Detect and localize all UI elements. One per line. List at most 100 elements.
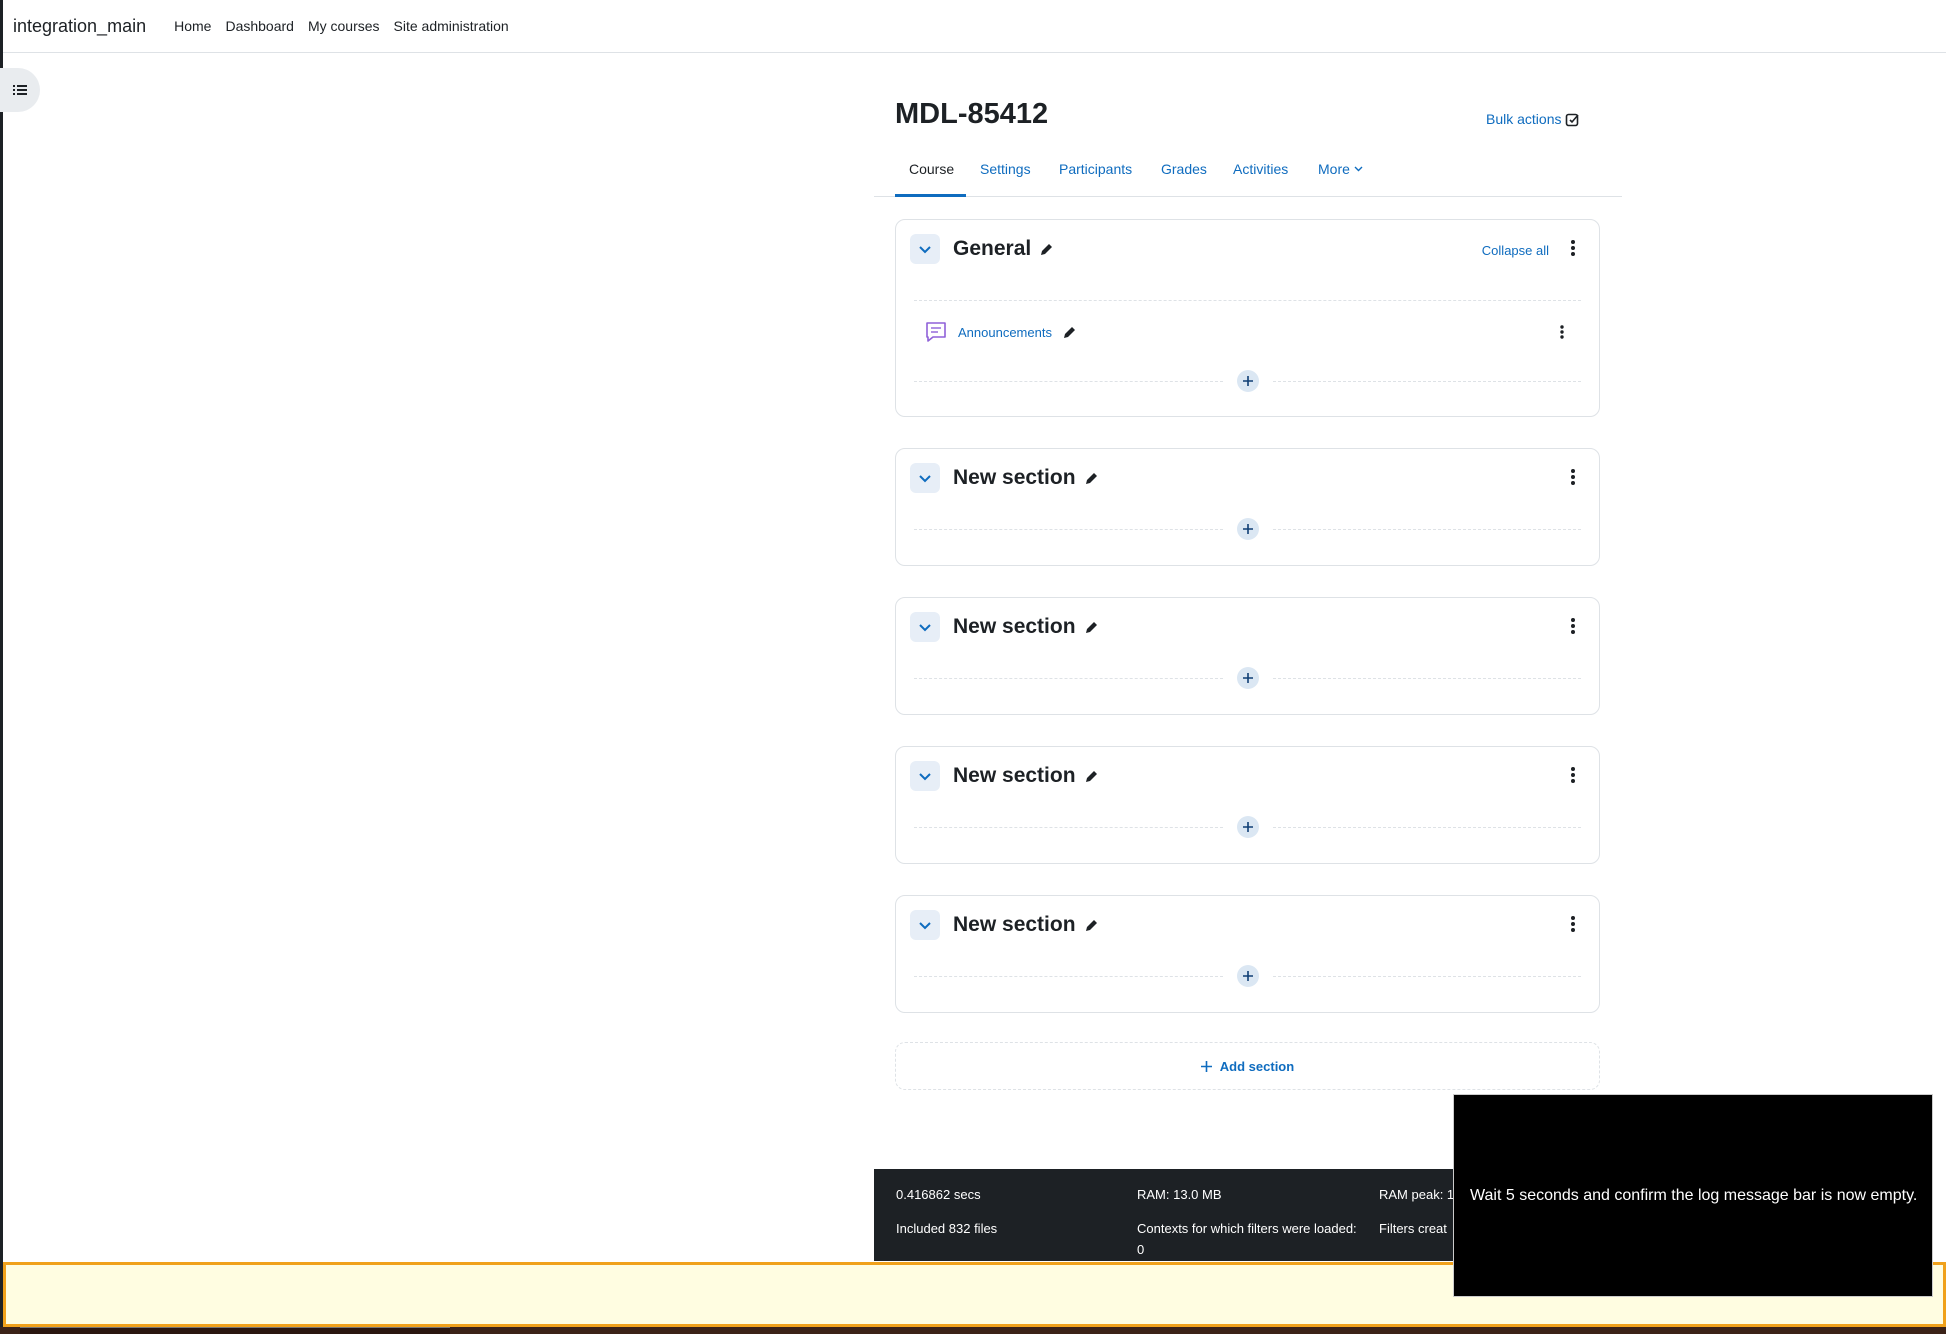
- course-index-toggle[interactable]: [0, 68, 40, 112]
- kebab-menu-icon: [1571, 916, 1575, 932]
- tab-course[interactable]: Course: [909, 161, 954, 177]
- add-activity-button[interactable]: [1236, 370, 1259, 392]
- perf-filter-contexts: Contexts for which filters were loaded: …: [1137, 1221, 1357, 1257]
- nav-site-administration-link[interactable]: Site administration: [394, 18, 509, 34]
- section-name[interactable]: New section: [953, 615, 1076, 639]
- bulk-actions-label: Bulk actions: [1486, 111, 1562, 127]
- tab-participants[interactable]: Participants: [1059, 161, 1132, 177]
- activity-announcements[interactable]: Announcements: [924, 320, 1077, 344]
- chevron-down-icon: [919, 772, 931, 780]
- tab-more-label: More: [1318, 161, 1350, 177]
- instruction-overlay: Wait 5 seconds and confirm the log messa…: [1453, 1094, 1933, 1297]
- dotted-line: [914, 976, 1223, 977]
- tab-settings[interactable]: Settings: [980, 161, 1031, 177]
- dotted-line: [1272, 678, 1581, 679]
- section-collapse-toggle[interactable]: [910, 463, 940, 493]
- perf-filters-created: Filters creat: [1379, 1221, 1447, 1236]
- section-actions-menu[interactable]: [1569, 238, 1577, 258]
- primary-navigation: Home Dashboard My courses Site administr…: [174, 18, 523, 34]
- tab-more[interactable]: More: [1318, 161, 1363, 177]
- collapse-all-link[interactable]: Collapse all: [1482, 243, 1549, 258]
- bulk-actions-button[interactable]: Bulk actions: [1486, 111, 1580, 127]
- section-actions-menu[interactable]: [1569, 914, 1577, 934]
- pencil-icon[interactable]: [1062, 325, 1077, 340]
- section-title: New section: [953, 615, 1099, 639]
- course-section-general: General Collapse all Announcements: [895, 219, 1600, 417]
- add-activity-row: [914, 667, 1581, 689]
- tab-activities[interactable]: Activities: [1233, 161, 1288, 177]
- section-title: New section: [953, 913, 1099, 937]
- perf-included-files: Included 832 files: [896, 1221, 998, 1236]
- chevron-down-icon: [919, 245, 931, 253]
- section-title: New section: [953, 466, 1099, 490]
- dotted-line: [914, 381, 1223, 382]
- pencil-icon[interactable]: [1084, 471, 1099, 486]
- nav-my-courses-link[interactable]: My courses: [308, 18, 380, 34]
- window-edge: [0, 0, 3, 1334]
- section-title: New section: [953, 764, 1099, 788]
- add-activity-button[interactable]: [1236, 816, 1259, 838]
- add-activity-button[interactable]: [1236, 965, 1259, 987]
- dotted-line: [914, 678, 1223, 679]
- site-brand[interactable]: integration_main: [13, 16, 146, 37]
- course-section-1: New section: [895, 448, 1600, 566]
- secondary-navigation: Course Settings Participants Grades Acti…: [874, 152, 1622, 197]
- nav-dashboard-link[interactable]: Dashboard: [225, 18, 294, 34]
- dotted-line: [1272, 381, 1581, 382]
- kebab-menu-icon: [1560, 325, 1564, 339]
- plus-icon: [1200, 1060, 1212, 1072]
- section-name[interactable]: General: [953, 237, 1031, 261]
- activity-actions-menu[interactable]: [1558, 322, 1566, 342]
- kebab-menu-icon: [1571, 618, 1575, 634]
- page-title: MDL-85412: [895, 98, 1049, 130]
- plus-icon: [1242, 673, 1253, 683]
- add-activity-row: [914, 518, 1581, 540]
- desktop-taskbar-strip: [0, 1327, 1946, 1334]
- add-activity-button[interactable]: [1236, 518, 1259, 540]
- forum-icon: [926, 322, 946, 342]
- instruction-text: Wait 5 seconds and confirm the log messa…: [1470, 1186, 1918, 1204]
- kebab-menu-icon: [1571, 240, 1575, 256]
- pencil-icon[interactable]: [1039, 242, 1054, 257]
- dotted-line: [1272, 827, 1581, 828]
- section-actions-menu[interactable]: [1569, 467, 1577, 487]
- taskbar-segment: [20, 1327, 450, 1334]
- nav-home-link[interactable]: Home: [174, 18, 211, 34]
- add-activity-row: [914, 965, 1581, 987]
- pencil-icon[interactable]: [1084, 769, 1099, 784]
- section-name[interactable]: New section: [953, 764, 1076, 788]
- active-tab-indicator: [895, 194, 966, 197]
- list-icon: [13, 85, 27, 95]
- section-title: General: [953, 237, 1054, 261]
- section-collapse-toggle[interactable]: [910, 910, 940, 940]
- dotted-line: [1272, 976, 1581, 977]
- plus-icon: [1242, 376, 1253, 386]
- section-collapse-toggle[interactable]: [910, 234, 940, 264]
- section-collapse-toggle[interactable]: [910, 761, 940, 791]
- section-name[interactable]: New section: [953, 466, 1076, 490]
- add-activity-button[interactable]: [1236, 667, 1259, 689]
- section-actions-menu[interactable]: [1569, 765, 1577, 785]
- add-activity-row: [914, 370, 1581, 392]
- plus-icon: [1242, 524, 1253, 534]
- activity-name[interactable]: Announcements: [958, 325, 1052, 340]
- top-navbar: integration_main Home Dashboard My cours…: [3, 0, 1946, 53]
- kebab-menu-icon: [1571, 767, 1575, 783]
- perf-ram-peak: RAM peak: 1: [1379, 1187, 1455, 1202]
- add-section-label: Add section: [1219, 1058, 1295, 1074]
- section-name[interactable]: New section: [953, 913, 1076, 937]
- bulk-edit-icon: [1566, 113, 1580, 126]
- section-collapse-toggle[interactable]: [910, 612, 940, 642]
- dotted-line: [914, 529, 1223, 530]
- tab-grades[interactable]: Grades: [1161, 161, 1207, 177]
- pencil-icon[interactable]: [1084, 620, 1099, 635]
- pencil-icon[interactable]: [1084, 918, 1099, 933]
- chevron-down-icon: [919, 921, 931, 929]
- course-section-4: New section: [895, 895, 1600, 1013]
- perf-ram: RAM: 13.0 MB: [1137, 1187, 1222, 1202]
- section-actions-menu[interactable]: [1569, 616, 1577, 636]
- add-section-button[interactable]: Add section: [895, 1042, 1600, 1090]
- chevron-down-icon: [1354, 166, 1363, 172]
- add-activity-row: [914, 816, 1581, 838]
- chevron-down-icon: [919, 474, 931, 482]
